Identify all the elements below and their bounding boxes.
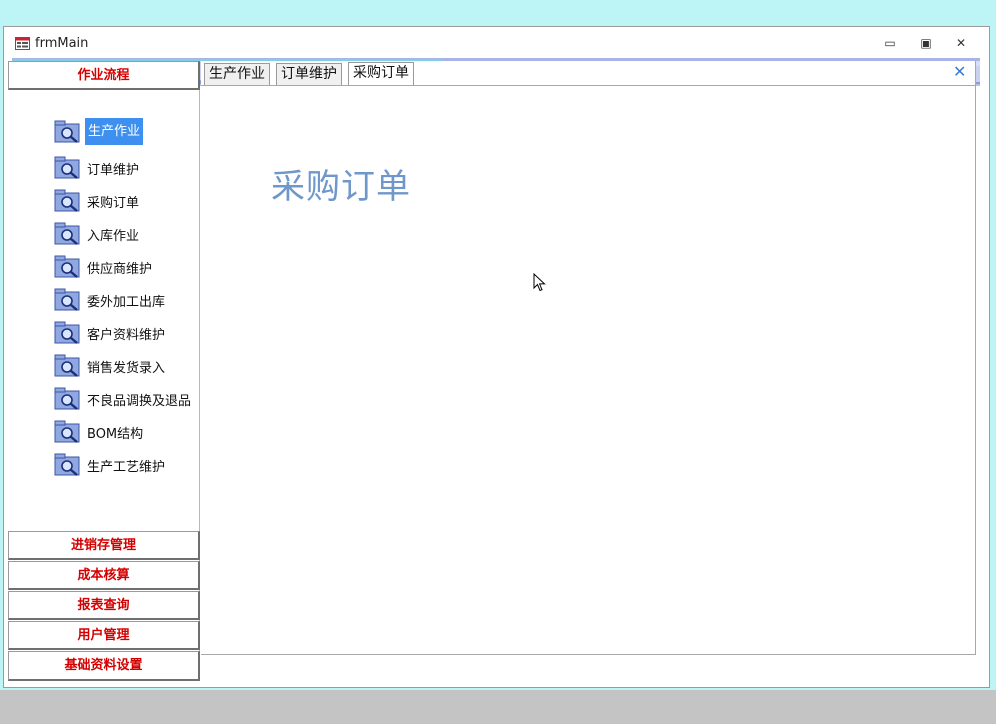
- nav-item-label: 委外加工出库: [87, 295, 166, 310]
- mouse-cursor-icon: [533, 273, 546, 292]
- nav-item-label: 生产作业: [85, 118, 144, 145]
- group-header-inventory[interactable]: 进销存管理: [8, 531, 200, 560]
- group-header-reports[interactable]: 报表查询: [8, 591, 200, 620]
- group-header-cost[interactable]: 成本核算: [8, 561, 200, 590]
- sidebar: 作业流程 生产作业 订单维护 采购订单 入库作业 供应商维护 委外加工出库 客户…: [8, 61, 200, 655]
- nav-item-label: 订单维护: [87, 163, 140, 178]
- search-folder-icon: [54, 189, 80, 212]
- nav-item-label: 采购订单: [87, 196, 140, 211]
- nav-item-label: 客户资料维护: [87, 328, 166, 343]
- search-folder-icon: [54, 321, 80, 344]
- search-folder-icon: [54, 288, 80, 311]
- minimize-button[interactable]: ▭: [878, 33, 902, 53]
- group-header-users[interactable]: 用户管理: [8, 621, 200, 650]
- nav-item-label: 供应商维护: [87, 262, 153, 277]
- form-title: 采购订单: [271, 167, 411, 207]
- group-header-basic-data[interactable]: 基础资料设置: [8, 651, 200, 681]
- nav-item-label: 销售发货录入: [87, 361, 166, 376]
- close-button[interactable]: ✕: [949, 33, 973, 53]
- maximize-button[interactable]: ▣: [914, 33, 938, 53]
- tab-order-maintenance[interactable]: 订单维护: [276, 63, 342, 85]
- search-folder-icon: [54, 354, 80, 377]
- tab-close-icon[interactable]: ✕: [953, 62, 966, 81]
- search-folder-icon: [54, 387, 80, 410]
- search-folder-icon: [54, 255, 80, 278]
- nav-item-label: 入库作业: [87, 229, 140, 244]
- search-folder-icon: [54, 453, 80, 476]
- nav-item-label: 不良品调换及退品: [87, 394, 192, 409]
- nav-item-label: 生产工艺维护: [87, 460, 166, 475]
- window-title: frmMain: [35, 36, 89, 51]
- search-folder-icon: [54, 120, 80, 143]
- group-header-workflow[interactable]: 作业流程: [8, 61, 200, 90]
- desktop-bottom: [0, 690, 996, 724]
- content-area: 生产作业 订单维护 采购订单 ✕ 采购订单: [201, 61, 976, 655]
- title-bar[interactable]: frmMain ▭ ▣ ✕: [4, 27, 989, 55]
- search-folder-icon: [54, 156, 80, 179]
- search-folder-icon: [54, 222, 80, 245]
- nav-item-label: BOM结构: [87, 427, 144, 442]
- tab-purchase-order[interactable]: 采购订单: [348, 62, 414, 85]
- form-icon: [15, 37, 30, 50]
- tab-strip: 生产作业 订单维护 采购订单 ✕: [201, 61, 976, 86]
- tab-production[interactable]: 生产作业: [204, 63, 270, 85]
- search-folder-icon: [54, 420, 80, 443]
